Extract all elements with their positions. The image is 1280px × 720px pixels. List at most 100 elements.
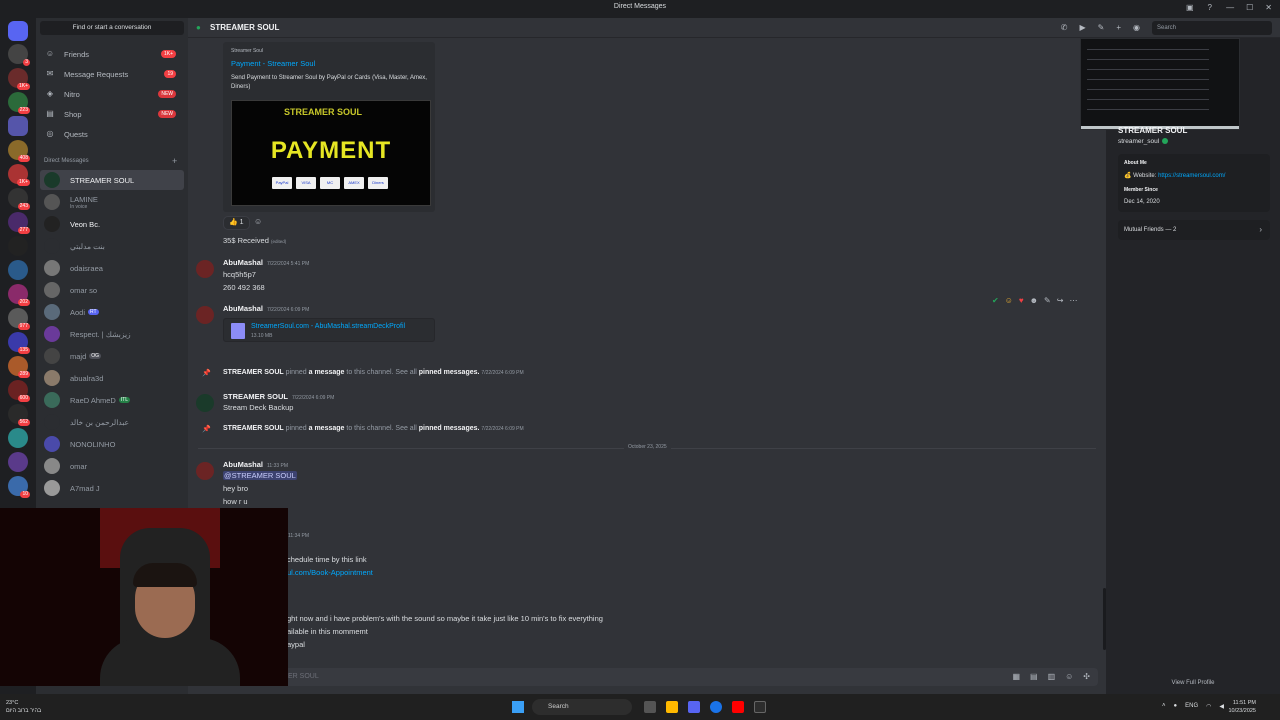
task-view-icon[interactable] (644, 701, 656, 713)
inbox-icon[interactable]: ▣ (1186, 3, 1194, 12)
avatar[interactable] (196, 260, 214, 278)
maximize-icon[interactable]: ☐ (1246, 3, 1253, 12)
search-input[interactable]: Search (1152, 21, 1272, 35)
server-icon[interactable]: 600 (8, 380, 30, 402)
start-button[interactable] (512, 701, 524, 713)
heart-reaction-icon[interactable]: ♥ (1019, 296, 1024, 305)
embed-image[interactable]: STREAMER SOUL PAYMENT PayPal VISA MC AME… (231, 100, 431, 206)
dm-item[interactable]: LAMINE In voice (40, 192, 184, 212)
server-icon[interactable]: 277 (8, 212, 30, 234)
sticker-icon[interactable]: ▥ (1048, 672, 1056, 681)
terminal-icon[interactable] (754, 701, 766, 713)
emoji-reaction-icon[interactable]: ☺ (1005, 296, 1013, 305)
nav-quests[interactable]: ◎ Quests (40, 125, 184, 143)
dm-item[interactable]: بنت مدلبتي (40, 236, 184, 256)
avatar[interactable] (196, 306, 214, 324)
pinned-messages-link[interactable]: pinned messages. (419, 369, 480, 376)
chevron-up-icon[interactable]: ˄ (1162, 703, 1166, 710)
avatar[interactable] (196, 462, 214, 480)
add-reaction-icon[interactable]: ☻ (1030, 296, 1038, 305)
server-icon[interactable] (8, 452, 28, 472)
server-icon[interactable]: 202 (8, 284, 30, 306)
server-icon[interactable]: 977 (8, 308, 30, 330)
file-name-link[interactable]: StreamerSoul.com - AbuMashal.streamDeckP… (251, 323, 405, 330)
server-icon[interactable]: 3 (8, 44, 30, 66)
nav-message-requests[interactable]: ✉ Message Requests 19 (40, 65, 184, 83)
avatar[interactable] (196, 394, 214, 412)
dm-item[interactable]: omar so (40, 280, 184, 300)
server-icon[interactable] (8, 428, 28, 448)
message-author[interactable]: AbuMashal 11:33 PM (223, 460, 288, 469)
server-icon[interactable]: 408 (8, 140, 30, 162)
reply-icon[interactable]: ↪ (1057, 296, 1064, 305)
embed-title-link[interactable]: Payment - Streamer Soul (231, 59, 315, 68)
nav-nitro[interactable]: ◈ Nitro NEW (40, 85, 184, 103)
pinned-messages-link[interactable]: pinned messages. (419, 425, 480, 432)
help-icon[interactable]: ? (1208, 3, 1212, 12)
dm-item[interactable]: abualra3d (40, 368, 184, 388)
server-icon[interactable]: 562 (8, 404, 30, 426)
mutual-friends-button[interactable]: Mutual Friends — 2 › (1118, 220, 1270, 240)
create-dm-icon[interactable]: + (172, 156, 177, 166)
taskbar-search[interactable]: Search (532, 699, 632, 715)
dm-item[interactable]: STREAMER SOUL (40, 170, 184, 190)
wifi-icon[interactable]: ◠ (1206, 703, 1211, 710)
dm-item[interactable]: عبدالرحمن بن خالد (40, 412, 184, 432)
emoji-icon[interactable]: ☺ (1065, 672, 1073, 681)
message-link[interactable]: a message (309, 425, 345, 432)
file-explorer-icon[interactable] (666, 701, 678, 713)
dm-item[interactable]: A7mad J (40, 478, 184, 498)
taskbar-clock[interactable]: 11:51 PM 10/23/2025 (1228, 699, 1256, 715)
add-reaction-icon[interactable]: ☺ (254, 217, 262, 226)
video-icon[interactable]: ▶ (1079, 23, 1085, 32)
weather-widget[interactable]: 23°C בהיר ברוב היום (6, 699, 41, 715)
message-author[interactable]: AbuMashal 7/22/2024 5:41 PM (223, 258, 309, 267)
more-icon[interactable]: ⋯ (1069, 296, 1077, 305)
microphone-icon[interactable]: ● (1173, 703, 1177, 710)
dm-item[interactable]: odaisraea (40, 258, 184, 278)
server-icon[interactable] (8, 260, 28, 280)
dm-item[interactable]: Veon Bc. (40, 214, 184, 234)
message-link[interactable]: a message (309, 369, 345, 376)
server-icon[interactable] (8, 236, 28, 256)
file-attachment[interactable]: StreamerSoul.com - AbuMashal.streamDeckP… (223, 318, 435, 342)
dm-item[interactable]: Respect. | زيزبشك (40, 324, 184, 344)
profile-toggle-icon[interactable]: ◉ (1133, 23, 1140, 32)
server-icon[interactable]: 1K+ (8, 164, 30, 186)
language-indicator[interactable]: ENG (1185, 703, 1198, 710)
volume-icon[interactable]: ◀ (1219, 703, 1224, 710)
server-icon[interactable]: 135 (8, 332, 30, 354)
chrome-icon[interactable] (710, 701, 722, 713)
edit-icon[interactable]: ✎ (1044, 296, 1051, 305)
home-button[interactable] (8, 21, 28, 41)
reaction-thumbs-up[interactable]: 👍 1 (223, 216, 250, 230)
check-reaction-icon[interactable]: ✔ (992, 296, 999, 305)
close-icon[interactable]: ✕ (1265, 3, 1272, 12)
server-icon[interactable]: 10 (8, 476, 30, 498)
nav-friends[interactable]: ☺ Friends 1K+ (40, 45, 184, 63)
booking-link[interactable]: ul.com/Book-Appointment (287, 568, 373, 577)
call-icon[interactable]: ✆ (1061, 23, 1068, 32)
server-icon[interactable] (8, 116, 28, 136)
minimize-icon[interactable]: — (1226, 3, 1234, 12)
server-icon[interactable]: 223 (8, 92, 30, 114)
server-icon[interactable]: 289 (8, 356, 30, 378)
discord-icon[interactable] (688, 701, 700, 713)
youtube-icon[interactable] (732, 701, 744, 713)
view-full-profile-link[interactable]: View Full Profile (1106, 680, 1280, 686)
user-mention[interactable]: @STREAMER SOUL (223, 471, 297, 480)
find-conversation-button[interactable]: Find or start a conversation (40, 21, 184, 35)
apps-icon[interactable]: ✣ (1083, 672, 1090, 681)
message-author[interactable]: AbuMashal 7/22/2024 6:09 PM (223, 304, 309, 313)
nav-shop[interactable]: ▤ Shop NEW (40, 105, 184, 123)
dm-item[interactable]: RaeD AhmeD ITL (40, 390, 184, 410)
pin-icon[interactable]: ✎ (1098, 23, 1105, 32)
server-icon[interactable]: 1K+ (8, 68, 30, 90)
message-author[interactable]: STREAMER SOUL 7/22/2024 6:09 PM (223, 392, 334, 401)
dm-item[interactable]: Aodi RT (40, 302, 184, 322)
dm-item[interactable]: omar (40, 456, 184, 476)
dm-item[interactable]: NONOLINHO (40, 434, 184, 454)
server-icon[interactable]: 243 (8, 188, 30, 210)
message-input[interactable]: ER SOUL ▦ ▤ ▥ ☺ ✣ (200, 668, 1098, 686)
gif-icon[interactable]: ▤ (1030, 672, 1038, 681)
